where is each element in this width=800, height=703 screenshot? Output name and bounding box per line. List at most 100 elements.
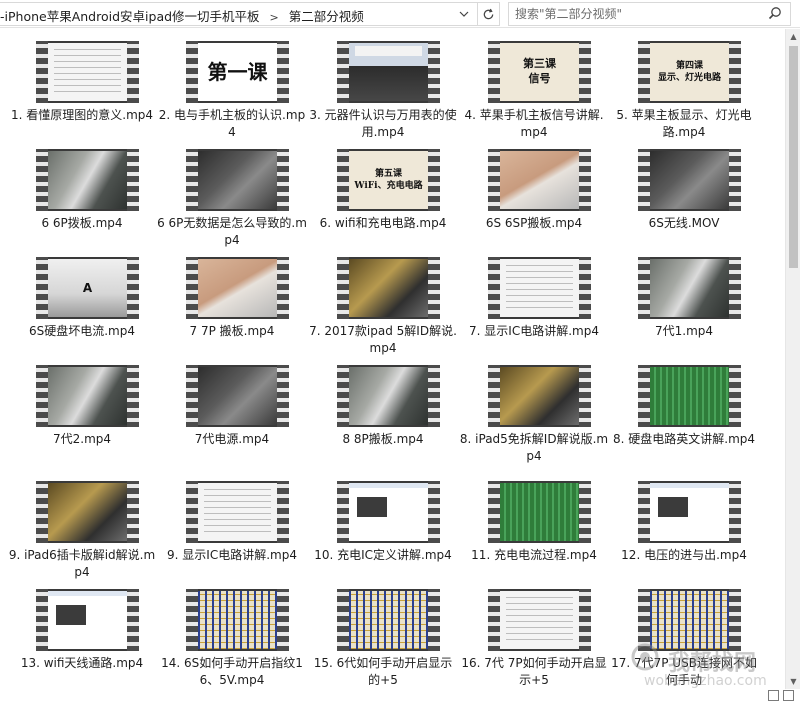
video-thumbnail[interactable] [488,481,591,543]
thumbnail-title: A [82,280,93,295]
breadcrumb-separator-icon[interactable]: > [270,11,279,24]
video-thumbnail[interactable] [488,589,591,651]
file-name-label[interactable]: 6. wifi和充电电路.mp4 [308,215,458,232]
file-name-label[interactable]: 4. 苹果手机主板信号讲解.mp4 [459,107,609,141]
file-name-label[interactable]: 6S 6SP搬板.mp4 [459,215,609,232]
file-name-label[interactable]: 11. 充电电流过程.mp4 [459,547,609,564]
video-thumbnail[interactable] [337,365,440,427]
film-strip-left [36,365,48,427]
video-thumbnail[interactable] [638,481,741,543]
file-name-label[interactable]: 7代电源.mp4 [157,431,307,448]
breadcrumb-current[interactable]: 第二部分视频 [289,9,364,24]
thumbnail-frame: 第四课 显示、灯光电路 [650,43,729,101]
video-thumbnail[interactable] [36,481,139,543]
video-thumbnail[interactable] [638,365,741,427]
video-thumbnail[interactable] [488,149,591,211]
scrollbar-thumb[interactable] [789,46,798,268]
details-view-icon[interactable] [768,690,779,701]
film-strip-right [277,257,289,319]
video-thumbnail[interactable]: 第一课 [186,41,289,103]
thumbnail-frame [349,483,428,541]
video-thumbnail[interactable] [36,589,139,651]
film-strip-right [127,257,139,319]
video-thumbnail[interactable] [638,589,741,651]
file-name-label[interactable]: 6S无线.MOV [609,215,759,232]
file-name-label[interactable]: 7. 2017款ipad 5解ID解说.mp4 [308,323,458,357]
thumbnail-frame [349,43,428,101]
file-name-label[interactable]: 17. 7代7P USB连接网不如何手动 [609,655,759,689]
file-name-label[interactable]: 8. 硬盘电路英文讲解.mp4 [609,431,759,448]
file-name-label[interactable]: 1. 看懂原理图的意义.mp4 [7,107,157,124]
file-name-label[interactable]: 13. wifi天线通路.mp4 [7,655,157,672]
video-thumbnail[interactable] [337,481,440,543]
thumbnail-frame [48,151,127,209]
video-thumbnail[interactable] [337,589,440,651]
file-name-label[interactable]: 2. 电与手机主板的认识.mp4 [157,107,307,141]
file-name-label[interactable]: 14. 6S如何手动开启指纹16、5V.mp4 [157,655,307,689]
address-bar[interactable]: -iPhone苹果Android安卓ipad修一切手机平板 > 第二部分视频 [0,2,478,26]
file-name-label[interactable]: 6 6P无数据是怎么导致的.mp4 [157,215,307,249]
search-box[interactable] [508,2,791,26]
film-strip-left [186,41,198,103]
video-thumbnail[interactable] [186,589,289,651]
vertical-scrollbar[interactable]: ▲ ▼ [785,29,800,689]
file-name-label[interactable]: 15. 6代如何手动开启显示的+5 [308,655,458,689]
search-icon[interactable] [768,6,784,22]
file-name-label[interactable]: 12. 电压的进与出.mp4 [609,547,759,564]
file-name-label[interactable]: 6S硬盘坏电流.mp4 [7,323,157,340]
breadcrumb-parent[interactable]: -iPhone苹果Android安卓ipad修一切手机平板 [0,9,260,24]
thumbnail-frame: 第五课 WiFi、充电电路 [349,151,428,209]
file-name-label[interactable]: 7代1.mp4 [609,323,759,340]
file-name-label[interactable]: 6 6P拨板.mp4 [7,215,157,232]
film-strip-right [277,365,289,427]
screen-content-block [357,497,387,517]
file-name-label[interactable]: 9. 显示IC电路讲解.mp4 [157,547,307,564]
video-thumbnail[interactable] [638,149,741,211]
file-name-label[interactable]: 16. 7代 7P如何手动开启显示+5 [459,655,609,689]
video-thumbnail[interactable] [186,481,289,543]
film-strip-left [36,41,48,103]
video-thumbnail[interactable] [36,365,139,427]
film-strip-right [428,481,440,543]
video-thumbnail[interactable] [186,257,289,319]
video-thumbnail[interactable]: 第三课 信号 [488,41,591,103]
film-strip-left [337,41,349,103]
file-name-label[interactable]: 7代2.mp4 [7,431,157,448]
file-name-label[interactable]: 7 7P 搬板.mp4 [157,323,307,340]
scroll-down-icon[interactable]: ▼ [786,674,800,689]
film-strip-left [186,589,198,651]
refresh-icon[interactable] [478,2,500,26]
film-strip-right [428,257,440,319]
scroll-up-icon[interactable]: ▲ [786,29,800,44]
large-icons-view-icon[interactable] [783,690,794,701]
film-strip-right [277,149,289,211]
file-name-label[interactable]: 7. 显示IC电路讲解.mp4 [459,323,609,340]
thumbnail-title: 第三课 信号 [523,57,556,85]
video-thumbnail[interactable]: 第四课 显示、灯光电路 [638,41,741,103]
video-thumbnail[interactable] [36,149,139,211]
file-name-label[interactable]: 8 8P搬板.mp4 [308,431,458,448]
video-thumbnail[interactable] [186,365,289,427]
video-thumbnail[interactable] [337,41,440,103]
file-name-label[interactable]: 9. iPad6插卡版解id解说.mp4 [7,547,157,581]
video-thumbnail[interactable] [488,365,591,427]
video-thumbnail[interactable]: 第五课 WiFi、充电电路 [337,149,440,211]
search-input[interactable] [515,5,760,23]
film-strip-right [127,41,139,103]
film-strip-left [186,365,198,427]
chevron-down-icon[interactable] [451,3,477,25]
file-name-label[interactable]: 5. 苹果主板显示、灯光电路.mp4 [609,107,759,141]
video-thumbnail[interactable] [337,257,440,319]
thumbnail-title: 第四课 显示、灯光电路 [657,60,721,83]
thumbnail-frame: 第一课 [198,43,277,101]
file-name-label[interactable]: 3. 元器件认识与万用表的使用.mp4 [308,107,458,141]
thumbnail-frame [500,591,579,649]
video-thumbnail[interactable] [488,257,591,319]
file-name-label[interactable]: 10. 充电IC定义讲解.mp4 [308,547,458,564]
video-thumbnail[interactable] [186,149,289,211]
file-name-label[interactable]: 8. iPad5免拆解ID解说版.mp4 [459,431,609,465]
video-thumbnail[interactable] [638,257,741,319]
video-thumbnail[interactable] [36,41,139,103]
video-thumbnail[interactable]: A [36,257,139,319]
thumbnail-frame [198,367,277,425]
